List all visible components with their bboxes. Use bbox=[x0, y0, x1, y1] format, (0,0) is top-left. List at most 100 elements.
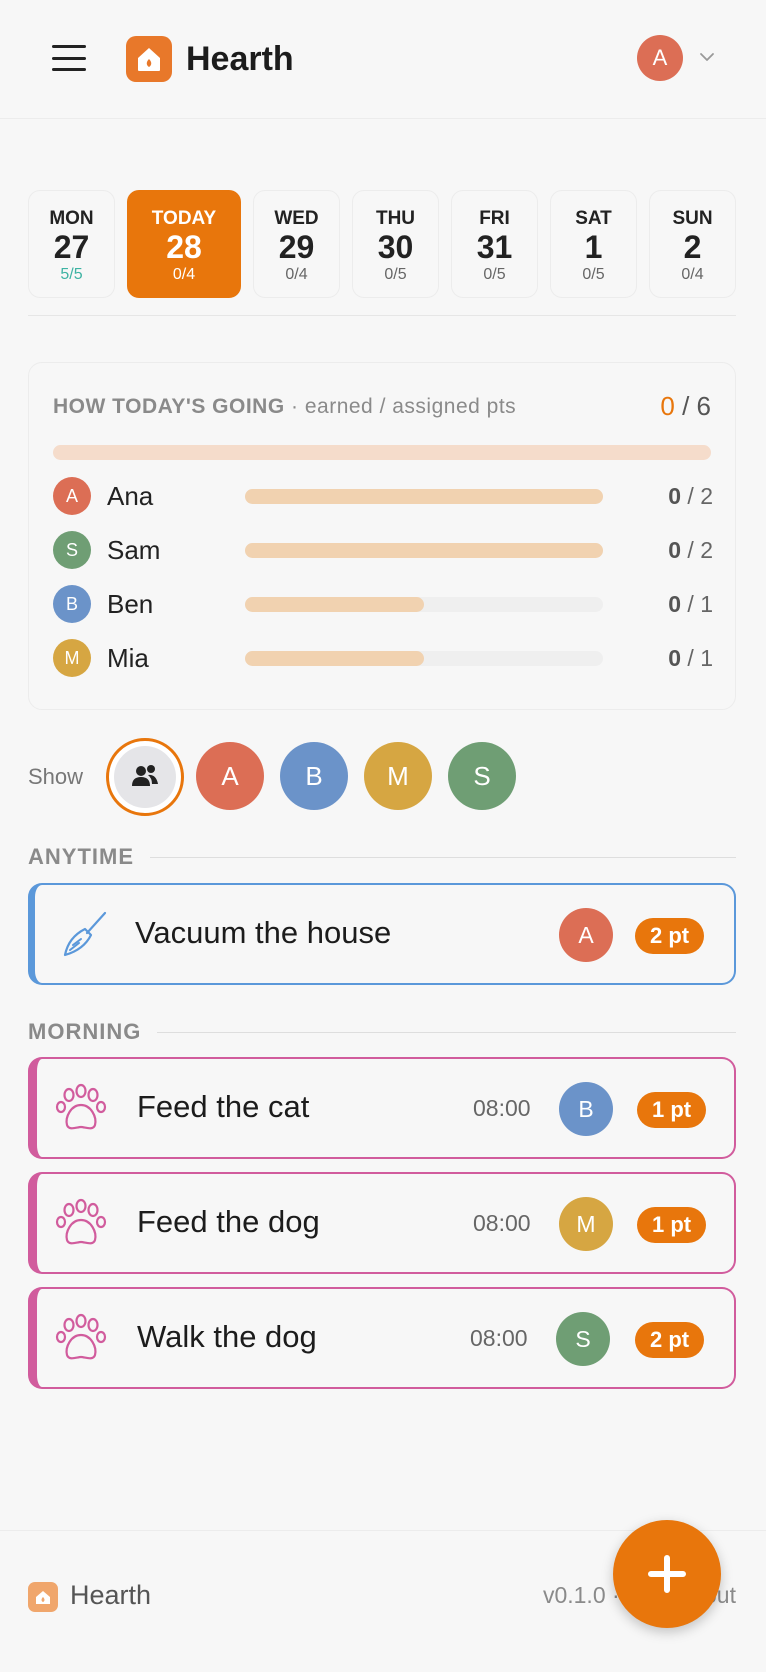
day-number: 31 bbox=[476, 229, 513, 265]
progress-subtitle: · earned / assigned pts bbox=[284, 395, 517, 418]
week-day-strip: MON 27 5/5 TODAY 28 0/4 WED 29 0/4 THU 3… bbox=[28, 190, 736, 300]
person-earned: 0 bbox=[668, 645, 682, 671]
day-number: 29 bbox=[278, 229, 315, 265]
filter-all-button[interactable] bbox=[106, 738, 184, 816]
person-progress-bar bbox=[245, 543, 603, 558]
broom-icon bbox=[63, 911, 107, 957]
avatar: S bbox=[53, 531, 91, 569]
paw-icon bbox=[55, 1198, 107, 1245]
avatar: B bbox=[53, 585, 91, 623]
assignee-avatar: B bbox=[559, 1082, 613, 1136]
day-count: 0/5 bbox=[384, 266, 407, 283]
person-earned: 0 bbox=[668, 483, 682, 509]
filter-member-m[interactable]: M bbox=[364, 742, 432, 810]
chevron-down-icon[interactable] bbox=[698, 48, 716, 66]
chore-card[interactable]: Feed the dog 08:00 M 1 pt bbox=[28, 1172, 736, 1274]
person-assigned: / 1 bbox=[681, 591, 713, 617]
progress-title-main: HOW TODAY'S GOING bbox=[53, 395, 285, 418]
person-score: 0 / 1 bbox=[668, 591, 713, 618]
day-count: 0/4 bbox=[681, 266, 704, 283]
section-label: MORNING bbox=[28, 1019, 158, 1045]
progress-total: 0 / 6 bbox=[660, 391, 711, 422]
points-badge: 1 pt bbox=[637, 1207, 707, 1243]
person-progress-fill bbox=[245, 489, 603, 504]
points-badge: 1 pt bbox=[637, 1092, 707, 1128]
day-name: FRI bbox=[479, 208, 510, 229]
total-progress-bar bbox=[53, 445, 711, 460]
hamburger-menu-icon[interactable] bbox=[52, 45, 86, 71]
today-progress-card: HOW TODAY'S GOING · earned / assigned pt… bbox=[28, 362, 736, 710]
add-chore-button[interactable] bbox=[613, 1520, 721, 1628]
chore-card[interactable]: Feed the cat 08:00 B 1 pt bbox=[28, 1057, 736, 1159]
chore-time: 08:00 bbox=[473, 1095, 531, 1121]
assignee-avatar: M bbox=[559, 1197, 613, 1251]
user-avatar[interactable]: A bbox=[637, 35, 683, 81]
filter-member-b[interactable]: B bbox=[280, 742, 348, 810]
person-assigned: / 1 bbox=[681, 645, 713, 671]
chore-title: Feed the cat bbox=[137, 1089, 310, 1124]
day-fri[interactable]: FRI 31 0/5 bbox=[451, 190, 538, 298]
assignee-avatar: S bbox=[556, 1312, 610, 1366]
paw-icon bbox=[55, 1313, 107, 1360]
day-count: 0/5 bbox=[483, 266, 506, 283]
plus-icon bbox=[648, 1555, 686, 1593]
app-header: Hearth A bbox=[0, 0, 766, 119]
total-assigned: / 6 bbox=[682, 391, 711, 421]
avatar: A bbox=[53, 477, 91, 515]
day-sat[interactable]: SAT 1 0/5 bbox=[550, 190, 637, 298]
person-progress-fill bbox=[245, 651, 424, 666]
day-number: 28 bbox=[166, 229, 202, 265]
person-progress-row: M Mia 0 / 1 bbox=[53, 639, 713, 679]
day-today[interactable]: TODAY 28 0/4 bbox=[127, 190, 241, 298]
divider bbox=[28, 315, 736, 316]
section-label: ANYTIME bbox=[28, 844, 150, 870]
day-mon[interactable]: MON 27 5/5 bbox=[28, 190, 115, 298]
person-earned: 0 bbox=[668, 591, 682, 617]
day-count: 5/5 bbox=[60, 266, 83, 283]
points-badge: 2 pt bbox=[635, 918, 705, 954]
person-progress-bar bbox=[245, 489, 603, 504]
person-score: 0 / 1 bbox=[668, 645, 713, 672]
chore-title: Vacuum the house bbox=[135, 915, 392, 950]
person-name: Sam bbox=[107, 535, 161, 565]
person-progress-row: A Ana 0 / 2 bbox=[53, 477, 713, 517]
day-count: 0/4 bbox=[285, 266, 308, 283]
chore-time: 08:00 bbox=[473, 1210, 531, 1236]
person-assigned: / 2 bbox=[681, 483, 713, 509]
chore-title: Walk the dog bbox=[137, 1319, 317, 1354]
day-sun[interactable]: SUN 2 0/4 bbox=[649, 190, 736, 298]
person-name: Mia bbox=[107, 643, 149, 673]
points-badge: 2 pt bbox=[635, 1322, 705, 1358]
chore-card[interactable]: Vacuum the house A 2 pt bbox=[28, 883, 736, 985]
day-name: TODAY bbox=[151, 208, 217, 229]
person-progress-row: S Sam 0 / 2 bbox=[53, 531, 713, 571]
day-wed[interactable]: WED 29 0/4 bbox=[253, 190, 340, 298]
filter-label: Show bbox=[28, 764, 84, 789]
person-progress-row: B Ben 0 / 1 bbox=[53, 585, 713, 625]
chore-card[interactable]: Walk the dog 08:00 S 2 pt bbox=[28, 1287, 736, 1389]
home-flame-icon bbox=[126, 36, 172, 82]
filter-all-background bbox=[114, 746, 176, 808]
day-name: SAT bbox=[575, 208, 612, 229]
day-name: THU bbox=[375, 208, 416, 229]
progress-title: HOW TODAY'S GOING · earned / assigned pt… bbox=[53, 395, 516, 419]
person-name: Ana bbox=[107, 481, 154, 511]
chore-title: Feed the dog bbox=[137, 1204, 320, 1239]
day-thu[interactable]: THU 30 0/5 bbox=[352, 190, 439, 298]
assignee-avatar: A bbox=[559, 908, 613, 962]
day-number: 27 bbox=[53, 229, 90, 265]
day-number: 30 bbox=[377, 229, 414, 265]
day-count: 0/5 bbox=[582, 266, 605, 283]
person-progress-bar bbox=[245, 651, 603, 666]
person-name: Ben bbox=[107, 589, 154, 619]
day-name: SUN bbox=[672, 208, 713, 229]
filter-member-a[interactable]: A bbox=[196, 742, 264, 810]
day-count: 0/4 bbox=[172, 266, 196, 283]
filter-member-s[interactable]: S bbox=[448, 742, 516, 810]
footer-logo-icon bbox=[28, 1582, 58, 1612]
person-assigned: / 2 bbox=[681, 537, 713, 563]
avatar: M bbox=[53, 639, 91, 677]
person-progress-fill bbox=[245, 597, 424, 612]
paw-icon bbox=[55, 1083, 107, 1130]
total-earned: 0 bbox=[660, 391, 675, 421]
